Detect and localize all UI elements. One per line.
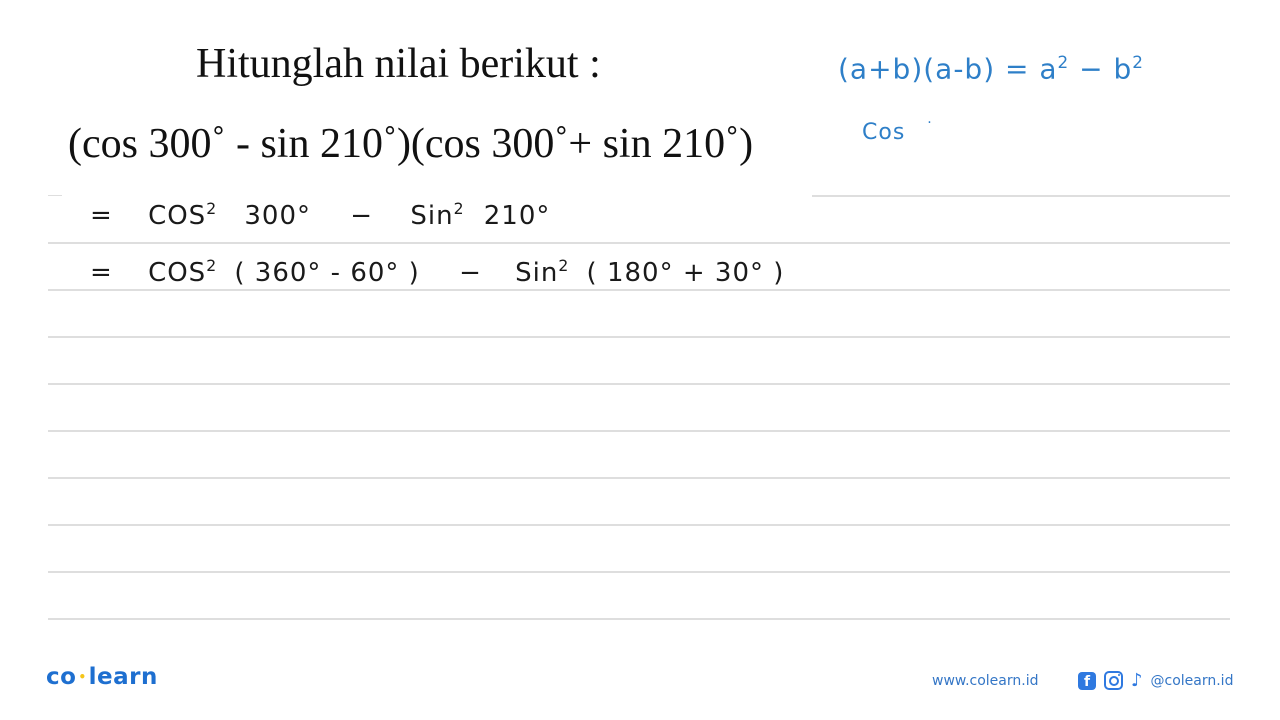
social-handle[interactable]: @colearn.id <box>1151 673 1234 689</box>
facebook-icon[interactable]: f <box>1078 671 1096 690</box>
partial-cos: Cos <box>862 120 906 145</box>
term-cos-arg: 300° <box>244 200 312 231</box>
term-sin: Sin <box>410 200 454 231</box>
instagram-icon[interactable] <box>1104 671 1123 690</box>
partial-dot: · <box>927 115 933 131</box>
ruled-line-top-right <box>812 195 1230 197</box>
term-sin-arg: 210° <box>483 200 551 231</box>
logo-dot: • <box>78 670 87 684</box>
identity-mid: − b <box>1069 52 1133 86</box>
question-prompt: Hitunglah nilai berikut : <box>196 41 601 87</box>
identity-exponent-b: 2 <box>1132 52 1144 72</box>
term-cos-exponent: 2 <box>206 257 218 275</box>
term-cos: COS <box>148 200 207 231</box>
term-sin-arg: ( 180° + 30° ) <box>586 257 785 288</box>
equals-sign: = <box>90 200 113 231</box>
term-sin-exponent: 2 <box>558 257 570 275</box>
website-link[interactable]: www.colearn.id <box>932 673 1038 689</box>
term-cos-arg: ( 360° - 60° ) <box>234 257 420 288</box>
partial-note: Cos · <box>862 115 933 145</box>
ruled-line <box>48 524 1230 526</box>
ruled-line <box>48 571 1230 573</box>
social-links: f ♪ @colearn.id <box>1078 670 1233 691</box>
working-line-2: = COS2 ( 360° - 60° ) − Sin2 ( 180° + 30… <box>90 257 784 288</box>
ruled-line <box>48 618 1230 620</box>
ruled-line <box>48 477 1230 479</box>
ruled-line <box>48 430 1230 432</box>
logo-learn: learn <box>88 664 158 690</box>
equals-sign: = <box>90 257 113 288</box>
ruled-line <box>48 336 1230 338</box>
operator-minus: − <box>350 200 374 231</box>
ruled-line <box>48 289 1230 291</box>
identity-note: (a+b)(a-b) = a2 − b2 <box>838 52 1144 85</box>
identity-exponent-a: 2 <box>1057 52 1070 72</box>
tiktok-icon[interactable]: ♪ <box>1131 670 1143 691</box>
ruled-line-short-left <box>48 195 62 196</box>
ruled-line <box>48 242 1230 244</box>
working-line-1: = COS2 300° − Sin2 210° <box>90 200 550 231</box>
ruled-line <box>48 383 1230 385</box>
term-cos-exponent: 2 <box>206 200 218 218</box>
term-cos: COS <box>148 257 207 288</box>
question-expression: (cos 300˚ - sin 210˚)(cos 300˚+ sin 210˚… <box>68 121 754 167</box>
colearn-logo: co • learn <box>46 664 158 690</box>
term-sin: Sin <box>515 257 559 288</box>
identity-lhs: (a+b)(a-b) = a <box>838 52 1058 86</box>
term-sin-exponent: 2 <box>453 200 465 218</box>
logo-co: co <box>46 664 77 690</box>
operator-minus: − <box>459 257 482 288</box>
